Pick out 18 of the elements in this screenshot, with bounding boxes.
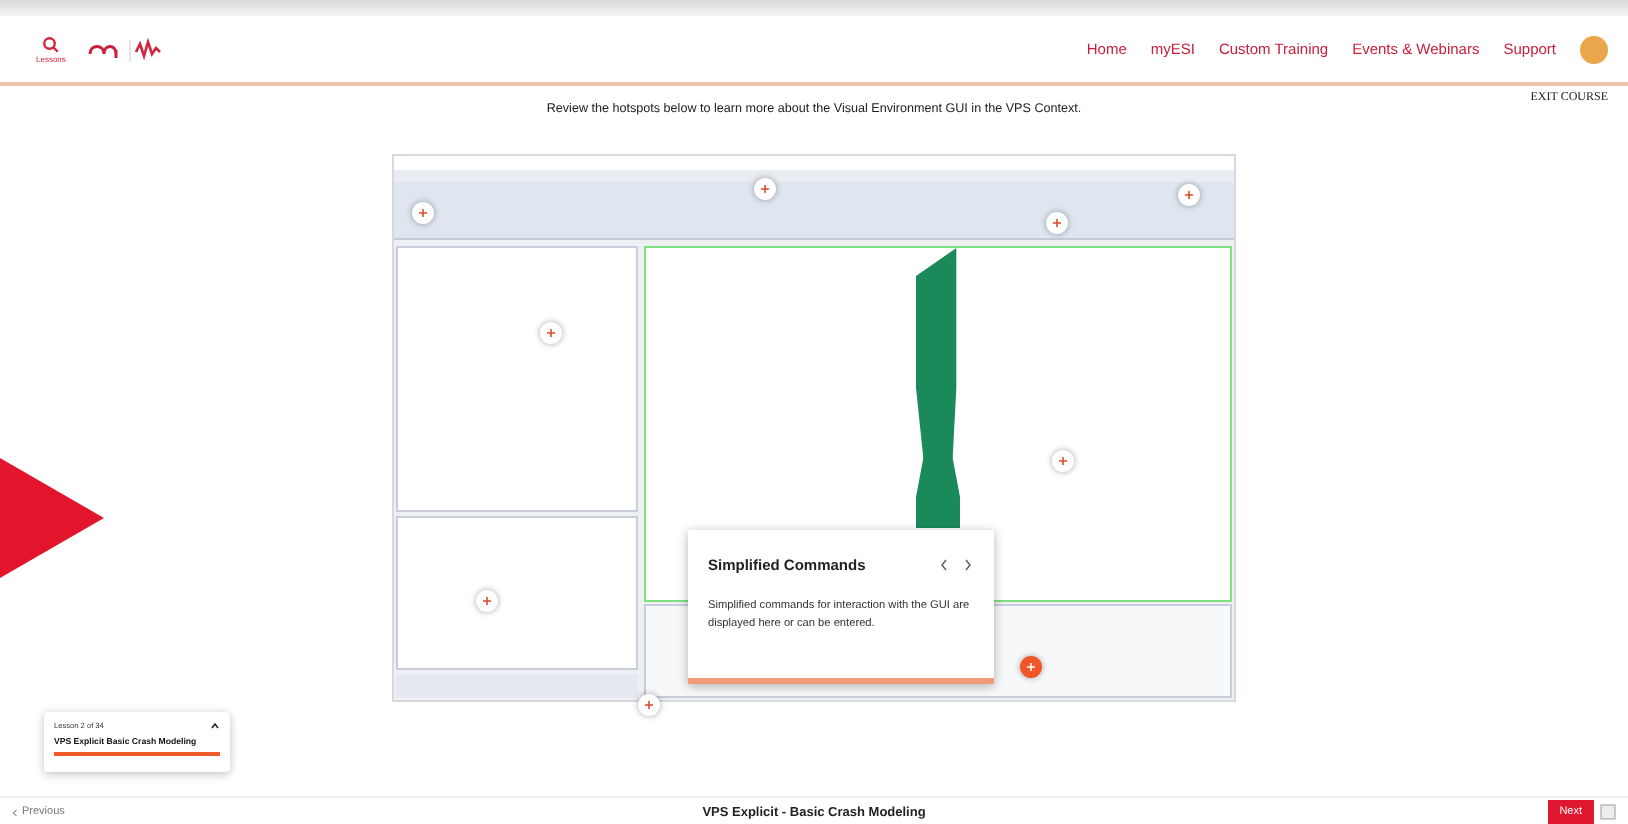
plus-icon: [1026, 662, 1036, 672]
plus-icon: [1058, 456, 1068, 466]
plus-icon: [760, 184, 770, 194]
plus-icon: [546, 328, 556, 338]
hotspot-button[interactable]: [638, 694, 660, 716]
plus-icon: [1052, 218, 1062, 228]
plus-icon: [644, 700, 654, 710]
caret-icon[interactable]: [210, 722, 220, 730]
next-arrow-icon[interactable]: [962, 558, 974, 572]
triangle-pointer-icon: [0, 458, 104, 578]
search-icon: [41, 35, 60, 53]
plus-icon: [482, 596, 492, 606]
chevron-left-icon: [12, 807, 18, 817]
company-logo-icon: [85, 33, 166, 65]
previous-arrow-icon[interactable]: [938, 558, 950, 572]
plus-icon: [418, 208, 428, 218]
user-avatar[interactable]: [1580, 35, 1608, 63]
plus-icon: [1184, 190, 1194, 200]
